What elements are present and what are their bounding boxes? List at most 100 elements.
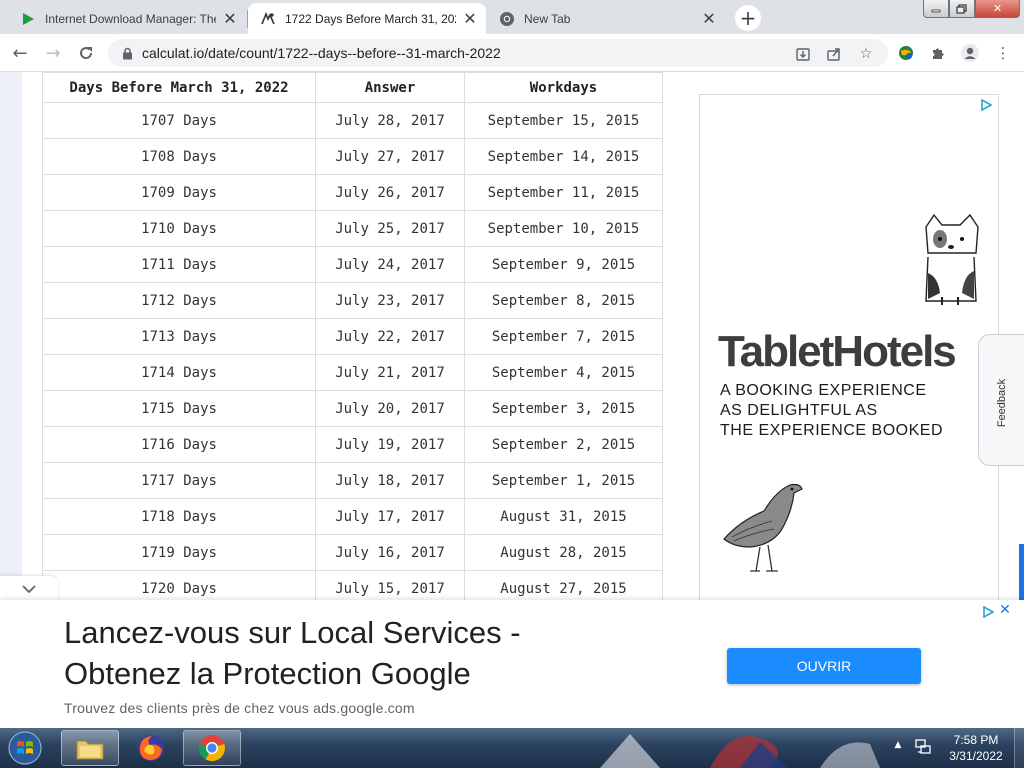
- chrome-icon: [499, 11, 515, 27]
- table-row: 1712 Days July 23, 2017 September 8, 2015: [42, 282, 663, 319]
- address-bar[interactable]: calculat.io/date/count/1722--days--befor…: [108, 39, 888, 67]
- table-row: 1716 Days July 19, 2017 September 2, 2015: [42, 426, 663, 463]
- forward-arrow-icon[interactable]: →: [40, 40, 66, 66]
- chevron-down-icon: [22, 585, 36, 593]
- taskbar-firefox[interactable]: [122, 730, 180, 766]
- ad-tagline-line: A BOOKING EXPERIENCE: [720, 382, 927, 399]
- answer-cell: July 28, 2017: [315, 102, 465, 139]
- workdays-cell: September 14, 2015: [464, 138, 663, 175]
- answer-cell: July 24, 2017: [315, 246, 465, 283]
- feedback-tab[interactable]: Feedback: [978, 334, 1024, 466]
- close-tab-icon[interactable]: ✕: [462, 10, 478, 27]
- extension-globe-icon[interactable]: [896, 43, 916, 63]
- minimize-window-button[interactable]: [923, 0, 949, 18]
- table-row: 1711 Days July 24, 2017 September 9, 2015: [42, 246, 663, 283]
- answer-cell: July 19, 2017: [315, 426, 465, 463]
- install-app-icon[interactable]: [794, 45, 812, 63]
- reload-icon[interactable]: [73, 40, 99, 66]
- workdays-cell: September 3, 2015: [464, 390, 663, 427]
- ad-tagline-line: AS DELIGHTFUL AS: [720, 402, 878, 419]
- feedback-label: Feedback: [996, 378, 1008, 428]
- days-cell: 1711 Days: [42, 246, 316, 283]
- taskbar-chrome[interactable]: [183, 730, 241, 766]
- anchor-ad-description: Trouvez des clients près de chez vous ad…: [64, 700, 415, 716]
- table-row: 1709 Days July 26, 2017 September 11, 2015: [42, 174, 663, 211]
- column-header-days: Days Before March 31, 2022: [42, 72, 316, 103]
- idm-play-icon: [20, 11, 36, 27]
- taskbar-file-explorer[interactable]: [61, 730, 119, 766]
- clock-date: 3/31/2022: [949, 749, 1003, 763]
- close-ad-icon[interactable]: ✕: [998, 602, 1012, 620]
- ad-tagline-line: THE EXPERIENCE BOOKED: [720, 422, 943, 439]
- tab-calculat[interactable]: 1722 Days Before March 31, 202 ✕: [248, 3, 486, 34]
- table-row: 1719 Days July 16, 2017 August 28, 2015: [42, 534, 663, 571]
- workdays-cell: September 4, 2015: [464, 354, 663, 391]
- back-arrow-icon[interactable]: ←: [7, 40, 33, 66]
- windows-logo-icon: [8, 731, 42, 765]
- workdays-cell: September 1, 2015: [464, 462, 663, 499]
- column-header-workdays: Workdays: [464, 72, 663, 103]
- url-text[interactable]: calculat.io/date/count/1722--days--befor…: [142, 45, 501, 61]
- extensions-puzzle-icon[interactable]: [928, 43, 948, 63]
- answer-cell: July 26, 2017: [315, 174, 465, 211]
- tab-title: Internet Download Manager: The: [45, 11, 216, 26]
- answer-cell: July 20, 2017: [315, 390, 465, 427]
- days-cell: 1719 Days: [42, 534, 316, 571]
- main-content: Days Before March 31, 2022 Answer Workda…: [22, 72, 682, 600]
- calculat-icon: [260, 11, 276, 27]
- table-row: 1707 Days July 28, 2017 September 15, 2015: [42, 102, 663, 139]
- collapse-ad-button[interactable]: [0, 576, 58, 602]
- workdays-cell: September 15, 2015: [464, 102, 663, 139]
- adchoices-icon[interactable]: [980, 99, 992, 111]
- close-tab-icon[interactable]: ✕: [222, 10, 238, 27]
- adchoices-icon[interactable]: [982, 606, 994, 618]
- system-clock[interactable]: 7:58 PM 3/31/2022: [940, 732, 1012, 764]
- tray-overflow-icon[interactable]: ▲: [892, 740, 904, 754]
- table-row: 1718 Days July 17, 2017 August 31, 2015: [42, 498, 663, 535]
- days-cell: 1712 Days: [42, 282, 316, 319]
- anchor-ad-banner[interactable]: Lancez-vous sur Local Services - Obtenez…: [0, 600, 1024, 728]
- days-cell: 1710 Days: [42, 210, 316, 247]
- days-cell: 1717 Days: [42, 462, 316, 499]
- workdays-cell: August 28, 2015: [464, 534, 663, 571]
- bookmark-star-icon[interactable]: ☆: [857, 45, 875, 63]
- web-page-viewport: Days Before March 31, 2022 Answer Workda…: [0, 72, 1024, 600]
- answer-cell: July 16, 2017: [315, 534, 465, 571]
- days-cell: 1718 Days: [42, 498, 316, 535]
- wallpaper-detail: [600, 734, 880, 768]
- new-tab-button[interactable]: +: [735, 5, 761, 31]
- answer-cell: July 15, 2017: [315, 570, 465, 600]
- tab-new-tab[interactable]: New Tab ✕: [487, 3, 725, 34]
- page-scrollbar-thumb[interactable]: [1019, 544, 1024, 600]
- file-explorer-icon: [76, 740, 104, 760]
- days-cell: 1716 Days: [42, 426, 316, 463]
- network-icon[interactable]: [914, 738, 932, 756]
- lock-icon[interactable]: [120, 46, 134, 60]
- show-desktop-button[interactable]: [1014, 728, 1024, 768]
- tablet-hotels-ad[interactable]: TabletHotels A BOOKING EXPERIENCE AS DEL…: [699, 94, 999, 600]
- days-cell: 1715 Days: [42, 390, 316, 427]
- days-cell: 1708 Days: [42, 138, 316, 175]
- days-cell: 1707 Days: [42, 102, 316, 139]
- browser-toolbar: ← → calculat.io/date/count/1722--days--b…: [0, 34, 1024, 72]
- workdays-cell: September 10, 2015: [464, 210, 663, 247]
- table-row: 1713 Days July 22, 2017 September 7, 2015: [42, 318, 663, 355]
- table-row: 1715 Days July 20, 2017 September 3, 2015: [42, 390, 663, 427]
- browser-tab-strip: Internet Download Manager: The ✕ 1722 Da…: [0, 0, 1024, 34]
- ad-open-button[interactable]: OUVRIR: [727, 648, 921, 684]
- more-menu-icon[interactable]: ⋮: [993, 43, 1013, 63]
- close-tab-icon[interactable]: ✕: [701, 10, 717, 27]
- share-icon[interactable]: [825, 45, 843, 63]
- profile-avatar-icon[interactable]: [960, 43, 980, 63]
- table-row: 1717 Days July 18, 2017 September 1, 2015: [42, 462, 663, 499]
- tab-idm[interactable]: Internet Download Manager: The ✕: [8, 3, 246, 34]
- close-window-button[interactable]: ✕: [975, 0, 1020, 18]
- answer-cell: July 25, 2017: [315, 210, 465, 247]
- workdays-cell: September 11, 2015: [464, 174, 663, 211]
- table-row: 1710 Days July 25, 2017 September 10, 2015: [42, 210, 663, 247]
- maximize-window-button[interactable]: [949, 0, 975, 18]
- answer-cell: July 18, 2017: [315, 462, 465, 499]
- anchor-ad-headline[interactable]: Lancez-vous sur Local Services - Obtenez…: [64, 612, 664, 694]
- workdays-cell: September 7, 2015: [464, 318, 663, 355]
- start-button[interactable]: [5, 729, 45, 767]
